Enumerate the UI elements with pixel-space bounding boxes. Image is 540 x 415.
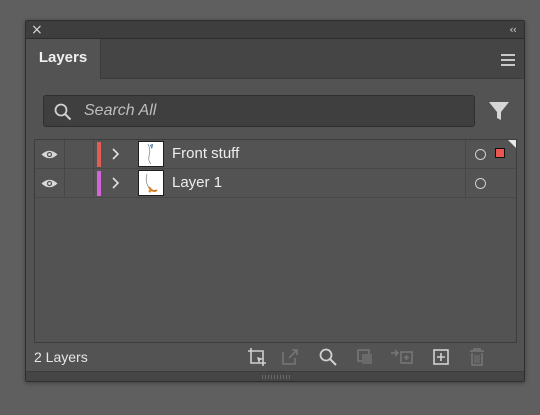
search-icon[interactable] <box>318 347 338 367</box>
search-input[interactable] <box>84 96 464 126</box>
panel-titlebar: × ‹‹ <box>26 21 524 39</box>
close-icon[interactable]: × <box>31 21 43 39</box>
layers-list: Front stuff Layer 1 <box>34 139 517 343</box>
chevron-right-icon[interactable] <box>111 177 120 189</box>
layer-name[interactable]: Layer 1 <box>172 174 222 191</box>
layers-panel: × ‹‹ Layers Search All Front stuff Layer… <box>25 20 525 382</box>
eye-icon[interactable] <box>41 149 58 160</box>
move-to-layer-icon <box>391 349 413 364</box>
search-box[interactable] <box>43 95 475 127</box>
resize-strip[interactable] <box>26 371 524 381</box>
delete-icon <box>470 348 484 366</box>
layer-color-swatch <box>97 171 101 196</box>
eye-icon[interactable] <box>41 178 58 189</box>
target-circle-icon[interactable] <box>475 149 486 160</box>
make-clipping-mask-icon <box>357 349 372 364</box>
layer-row-front-stuff[interactable]: Front stuff <box>35 140 516 169</box>
divider <box>93 140 94 168</box>
chevron-right-icon[interactable] <box>111 148 120 160</box>
selection-indicator[interactable] <box>495 148 505 158</box>
tab-bar: Layers <box>26 39 524 79</box>
tab-layers[interactable]: Layers <box>26 39 101 79</box>
artboard-icon[interactable] <box>247 347 267 367</box>
divider <box>465 169 466 197</box>
layer-row-layer-1[interactable]: Layer 1 <box>35 169 516 198</box>
export-icon <box>282 349 298 365</box>
hamburger-icon[interactable] <box>501 54 515 66</box>
divider <box>93 169 94 197</box>
layer-thumbnail <box>138 141 164 167</box>
divider <box>465 140 466 168</box>
layer-color-swatch <box>97 142 101 167</box>
target-circle-icon[interactable] <box>475 178 486 189</box>
filter-icon[interactable] <box>488 100 510 122</box>
layer-thumbnail <box>138 170 164 196</box>
collapse-icon[interactable]: ‹‹ <box>509 21 517 39</box>
new-layer-icon[interactable] <box>431 347 451 367</box>
resize-grip-icon[interactable] <box>262 375 292 379</box>
divider <box>64 140 65 168</box>
layer-count: 2 Layers <box>34 349 88 365</box>
search-icon <box>54 103 72 121</box>
divider <box>64 169 65 197</box>
layer-name[interactable]: Front stuff <box>172 145 239 162</box>
current-layer-corner-icon <box>508 140 516 148</box>
